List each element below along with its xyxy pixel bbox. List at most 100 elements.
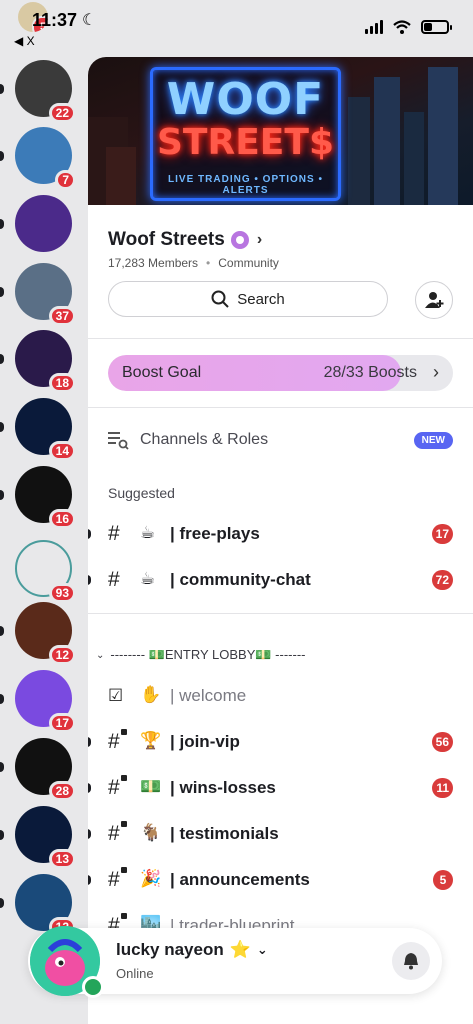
server-name-link[interactable]: Woof Streets › [108, 229, 262, 251]
server-rail: 22 7 37 18 14 16 93 12 17 28 13 12 [0, 0, 88, 1024]
unread-indicator [0, 84, 4, 94]
lock-icon [121, 867, 127, 873]
server-name: Woof Streets [108, 229, 225, 250]
server-icon[interactable]: 12 [15, 602, 76, 665]
channels-roles-row[interactable]: Channels & Roles NEW [88, 420, 473, 460]
hash-lock-icon: # [108, 868, 120, 891]
user-name-row[interactable]: lucky nayeon ⭐ ⌄ [116, 940, 268, 960]
boost-label: Boost Goal [122, 364, 202, 381]
server-mention-badge: 28 [48, 781, 76, 801]
channel-row[interactable]: # 🏆 | join-vip 56 [88, 723, 473, 761]
channel-name: | announcements [170, 870, 310, 889]
channel-name: | testimonials [170, 824, 279, 843]
server-mention-badge: 16 [48, 509, 76, 529]
hash-lock-icon: # [108, 776, 120, 799]
server-meta: 17,283 Members • Community [108, 256, 279, 270]
divider [88, 407, 473, 408]
server-icon[interactable]: 37 [15, 263, 76, 326]
unread-indicator [0, 490, 4, 500]
hash-lock-icon: # [108, 730, 120, 753]
search-label: Search [237, 290, 285, 308]
hash-icon: # [108, 522, 120, 545]
chevron-right-icon: › [433, 362, 439, 382]
server-icon[interactable]: 22 [15, 60, 76, 123]
channel-row[interactable]: ☑ ✋ | welcome [88, 677, 473, 715]
channel-row[interactable]: # ☕ | free-plays 17 [88, 515, 473, 553]
invite-members-button[interactable] [415, 281, 453, 319]
boost-count: 28/33 Boosts [323, 364, 417, 381]
channel-name: | wins-losses [170, 778, 276, 797]
banner-tagline: LIVE TRADING • OPTIONS • ALERTS [168, 174, 323, 196]
lock-icon [121, 821, 127, 827]
dot-separator: • [206, 256, 211, 270]
bell-icon [404, 953, 418, 970]
chevron-down-icon: ⌄ [96, 649, 105, 661]
banner-line-2: STREET$ [157, 122, 334, 163]
unread-indicator [88, 875, 91, 885]
channels-browse-icon [108, 432, 129, 450]
star-badge-icon: ⭐ [229, 940, 251, 959]
category-entry-lobby[interactable]: ⌄ -------- 💵ENTRY LOBBY💵 ------- [96, 647, 305, 663]
server-icon[interactable]: 93 [15, 540, 76, 603]
unread-indicator [0, 762, 4, 772]
chevron-down-icon: ⌄ [256, 942, 268, 957]
neon-sign: WOOF STREET$ LIVE TRADING • OPTIONS • AL… [150, 67, 341, 201]
channel-name: | community-chat [170, 570, 311, 589]
notifications-button[interactable] [392, 942, 430, 980]
member-count: 17,283 Members [108, 256, 199, 270]
server-banner: WOOF STREET$ LIVE TRADING • OPTIONS • AL… [88, 57, 473, 205]
channels-roles-label: Channels & Roles [140, 431, 269, 448]
unread-indicator [0, 626, 4, 636]
server-icon[interactable]: 7 [15, 127, 76, 190]
server-mention-badge: 37 [48, 306, 76, 326]
server-type: Community [218, 256, 279, 270]
battery-icon [421, 20, 452, 34]
wifi-icon [393, 20, 411, 34]
server-mention-badge: 93 [48, 583, 76, 603]
server-icon[interactable]: 16 [15, 466, 76, 529]
server-panel: WOOF STREET$ LIVE TRADING • OPTIONS • AL… [88, 57, 473, 1024]
server-mention-badge: 7 [55, 170, 76, 190]
server-icon[interactable]: 13 [15, 806, 76, 869]
server-mention-badge: 22 [48, 103, 76, 123]
unread-indicator [0, 219, 4, 229]
unread-indicator [0, 151, 4, 161]
channel-row[interactable]: # 💵 | wins-losses 11 [88, 769, 473, 807]
verified-badge-icon [230, 231, 249, 249]
server-icon[interactable]: 14 [15, 398, 76, 461]
hash-lock-icon: # [108, 822, 120, 845]
channel-name: | welcome [170, 686, 247, 705]
divider [88, 338, 473, 339]
server-icon[interactable]: 17 [15, 670, 76, 733]
username: lucky nayeon [116, 940, 224, 959]
search-button[interactable]: Search [108, 281, 388, 317]
channel-emoji: 🎉 [140, 869, 162, 888]
channel-mention-badge: 56 [431, 732, 453, 752]
divider [88, 613, 473, 614]
server-icon-art [15, 195, 72, 252]
channel-row[interactable]: # 🐐 | testimonials [88, 815, 473, 853]
server-icon[interactable]: 12 [15, 874, 76, 937]
category-name: -------- 💵ENTRY LOBBY💵 ------- [110, 647, 306, 662]
rules-icon: ☑ [108, 686, 124, 705]
server-icon[interactable]: 18 [15, 330, 76, 393]
unread-indicator [88, 529, 91, 539]
suggested-heading: Suggested [108, 485, 175, 501]
channel-mention-badge: 17 [431, 524, 453, 544]
lock-icon [121, 775, 127, 781]
channel-row[interactable]: # 🎉 | announcements 5 [88, 861, 473, 899]
unread-indicator [0, 287, 4, 297]
channel-emoji: ✋ [140, 685, 162, 704]
unread-indicator [88, 783, 91, 793]
lock-icon [121, 913, 127, 919]
boost-goal-bar[interactable]: Boost Goal 28/33 Boosts › [108, 355, 453, 391]
server-icon[interactable] [15, 195, 72, 252]
user-panel[interactable]: lucky nayeon ⭐ ⌄ Online [28, 926, 442, 998]
chevron-right-icon: › [256, 231, 263, 248]
server-icon[interactable]: 28 [15, 738, 76, 801]
server-mention-badge: 17 [48, 713, 76, 733]
online-status-dot [82, 976, 104, 998]
channel-row[interactable]: # ☕ | community-chat 72 [88, 561, 473, 599]
channel-emoji: ☕ [140, 523, 156, 542]
unread-indicator [88, 737, 91, 747]
